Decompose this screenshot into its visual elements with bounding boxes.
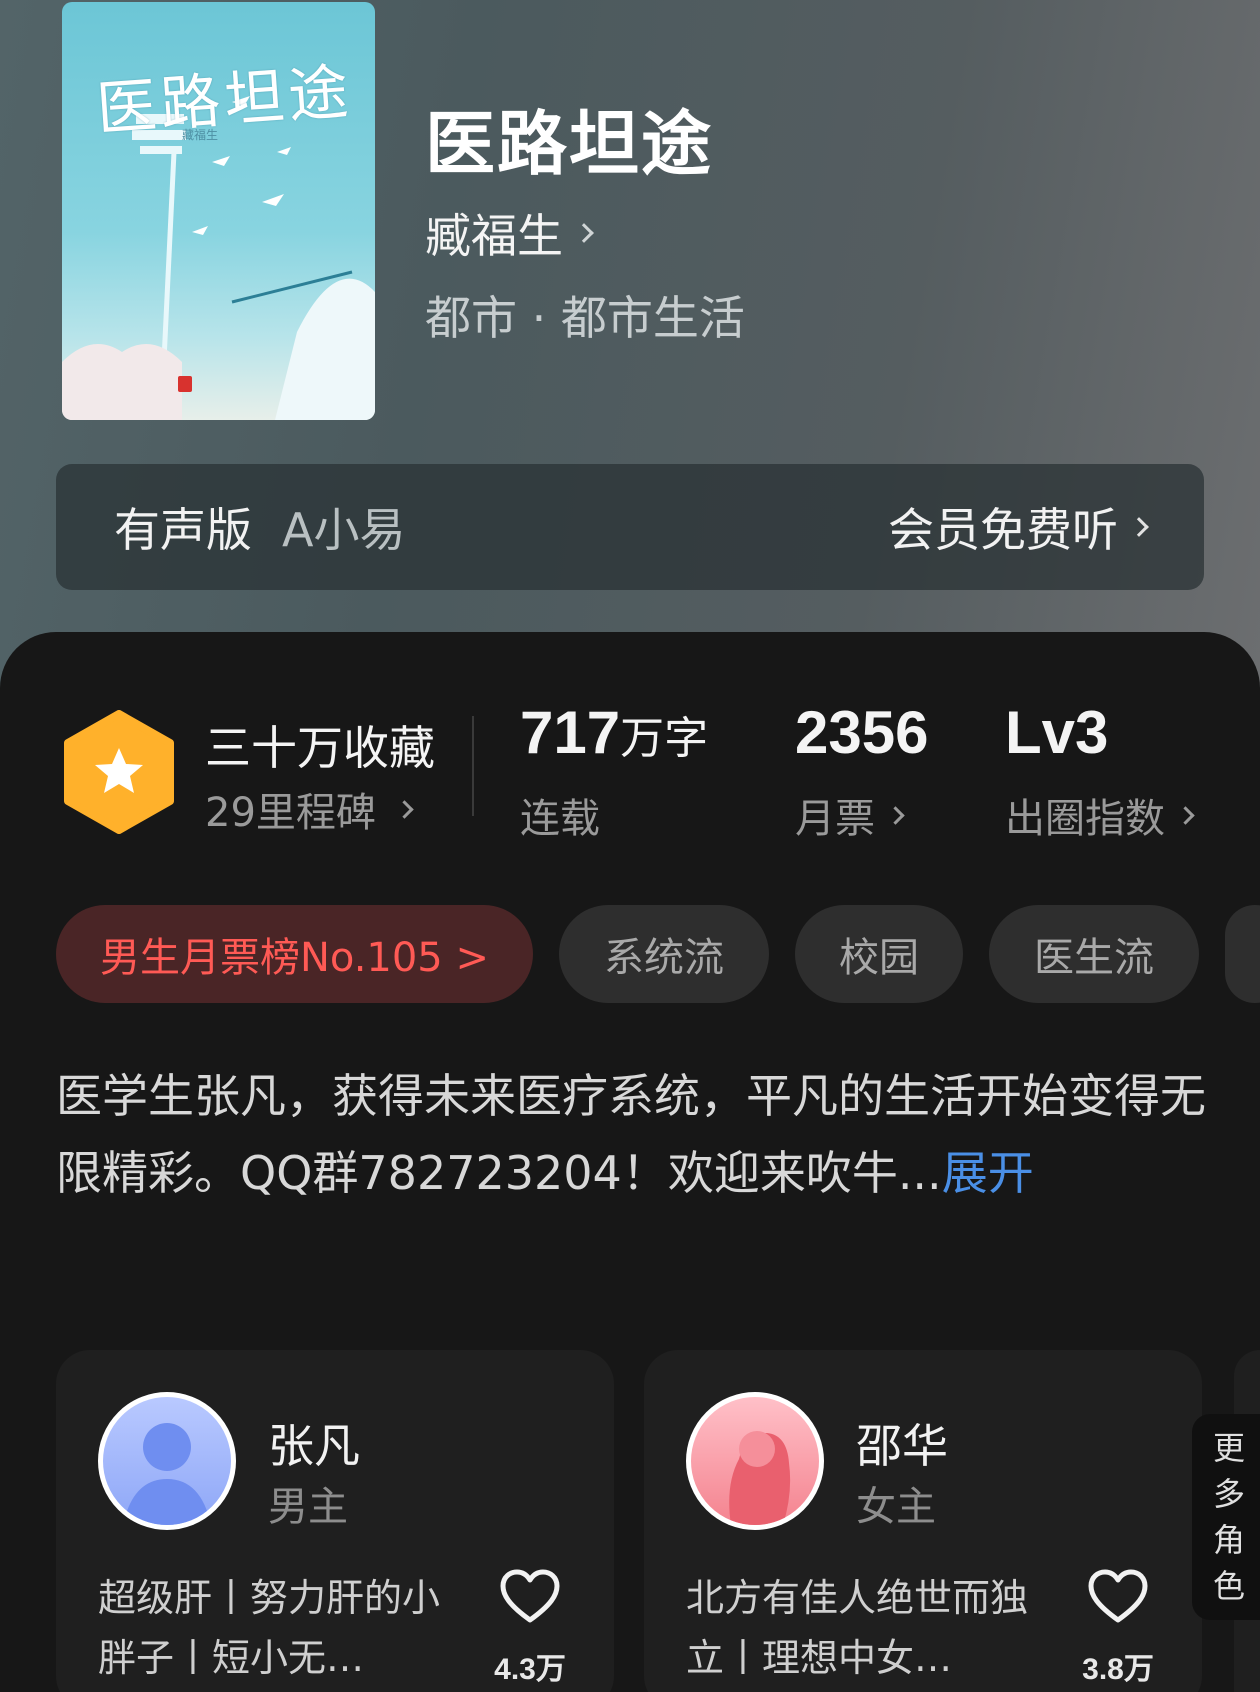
chevron-right-icon [1176, 805, 1195, 825]
member-free-listen-button[interactable]: 会员免费听 [888, 494, 1149, 560]
stats-divider [472, 716, 474, 816]
heart-icon [1088, 1569, 1148, 1623]
popularity-level-value: Lv3 [1005, 699, 1109, 766]
author-name: 臧福生 [425, 209, 563, 263]
monthly-ticket-value: 2356 [795, 699, 929, 766]
chevron-right-icon [395, 799, 414, 819]
chevron-right-icon [574, 223, 594, 243]
cover-author: 藏福生 [182, 128, 219, 142]
tag-row: 男生月票榜No.105 > 系统流 校园 医生流 [56, 905, 1260, 1003]
rank-tag[interactable]: 男生月票榜No.105 > [56, 905, 533, 1003]
word-count: 717万字 [520, 698, 708, 767]
collection-title: 三十万收藏 [205, 721, 435, 775]
monthly-ticket-link[interactable]: 月票 [795, 786, 905, 844]
tag-doctor[interactable]: 医生流 [988, 905, 1199, 1003]
word-count-unit: 万字 [620, 713, 709, 764]
serial-status: 连载 [520, 796, 600, 842]
audiobook-label: 有声版 [114, 503, 252, 557]
male-avatar-icon [123, 1423, 211, 1525]
popularity-index-link[interactable]: 出圈指数 [1005, 786, 1195, 844]
tag-campus[interactable]: 校园 [794, 905, 963, 1003]
role-type: 女主 [856, 1484, 936, 1530]
book-title: 医路坦途 [425, 102, 713, 185]
female-avatar-icon [729, 1431, 791, 1525]
role-type: 男主 [268, 1484, 348, 1530]
role-card[interactable]: 张凡 男主 超级肝丨努力肝的小胖子丨短小无… 4.3万 [56, 1350, 614, 1692]
audiobook-narrator: A小易 [282, 503, 406, 557]
milestone-link[interactable]: 29里程碑 [205, 780, 414, 838]
role-name: 张凡 [268, 1419, 360, 1473]
tag-system[interactable]: 系统流 [558, 905, 769, 1003]
monthly-ticket-label: 月票 [795, 796, 875, 842]
chevron-right-icon [1129, 517, 1149, 537]
like-count: 3.8万 [1082, 1653, 1154, 1686]
avatar [686, 1392, 824, 1530]
milestone-label: 29里程碑 [205, 790, 376, 836]
synopsis[interactable]: 医学生张凡，获得未来医疗系统，平凡的生活开始变得无限精彩。QQ群78272320… [56, 1058, 1216, 1212]
tag-overflow[interactable] [1224, 905, 1260, 1003]
expand-link[interactable]: 展开 [942, 1146, 1034, 1200]
like-button[interactable]: 4.3万 [490, 1568, 570, 1688]
more-roles-button[interactable]: 更多角色 [1192, 1414, 1260, 1620]
avatar [98, 1392, 236, 1530]
role-description: 北方有佳人绝世而独立丨理想中女… [686, 1576, 1029, 1680]
book-cover[interactable]: 医路坦途 藏福生 [62, 2, 375, 420]
collection-badge-icon[interactable] [62, 710, 176, 834]
word-count-value: 717 [520, 699, 621, 766]
role-card[interactable]: 邵华 女主 北方有佳人绝世而独立丨理想中女… 3.8万 [644, 1350, 1202, 1692]
author-link[interactable]: 臧福生 [425, 200, 594, 266]
chevron-right-icon [886, 805, 905, 825]
monthly-ticket-count: 2356 [795, 698, 928, 767]
popularity-level: Lv3 [1005, 698, 1108, 767]
genre-label: 都市 · 都市生活 [425, 291, 745, 345]
popularity-index-label: 出圈指数 [1005, 796, 1165, 842]
like-button[interactable]: 3.8万 [1078, 1568, 1158, 1688]
role-name: 邵华 [856, 1419, 948, 1473]
audiobook-bar[interactable]: 有声版 A小易 会员免费听 [56, 464, 1204, 590]
member-free-listen-label: 会员免费听 [888, 503, 1118, 557]
heart-icon [500, 1569, 560, 1623]
like-count: 4.3万 [494, 1653, 566, 1686]
role-description: 超级肝丨努力肝的小胖子丨短小无… [98, 1576, 441, 1680]
cover-title: 医路坦途 [94, 57, 355, 145]
